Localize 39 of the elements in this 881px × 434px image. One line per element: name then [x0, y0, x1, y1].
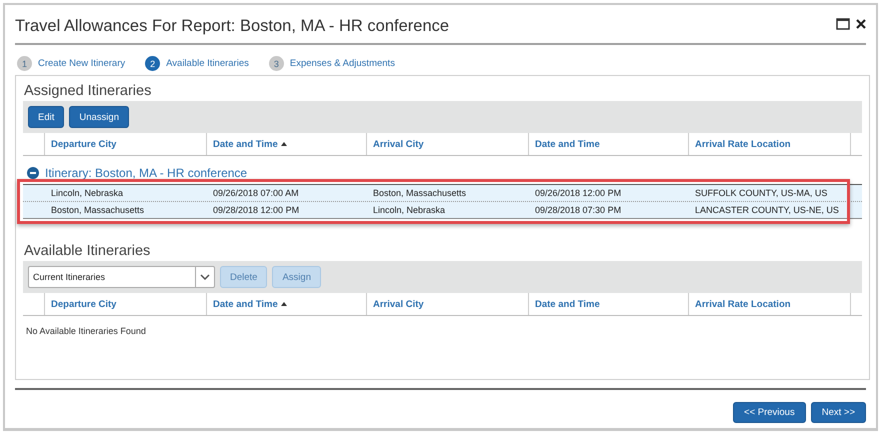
collapse-icon[interactable]: [27, 167, 39, 179]
column-header[interactable]: Arrival Rate Location: [689, 133, 851, 155]
maximize-icon[interactable]: [836, 18, 850, 30]
table-cell-text: Boston, Massachusetts: [372, 188, 468, 198]
table-cell-text: 09/26/2018 12:00 PM: [534, 188, 622, 198]
close-icon[interactable]: [856, 19, 866, 29]
section-title: Available Itineraries: [23, 242, 152, 261]
window-title: Travel Allowances For Report: Boston, MA - HR conference: [15, 16, 450, 36]
table-cell-text: 09/28/2018 07:30 PM: [534, 205, 622, 215]
table-cell-text: Lincoln, Nebraska: [50, 188, 124, 198]
column-header[interactable]: Arrival Rate Location: [689, 293, 851, 315]
column-header[interactable]: Date and Time: [529, 293, 689, 315]
step-tab[interactable]: 2 Available Itineraries: [145, 54, 249, 73]
nav-button[interactable]: << Previous: [733, 402, 806, 423]
group-label[interactable]: Itinerary: Boston, MA - HR conference: [45, 166, 248, 180]
toolbar-button[interactable]: Edit: [28, 106, 64, 128]
filter-dropdown[interactable]: Current Itineraries: [28, 266, 215, 288]
table-cell-text: LANCASTER COUNTY, US-NE, US: [694, 205, 840, 215]
table-cell-text: Boston, Massachusetts: [50, 205, 146, 215]
empty-message: No Available Itineraries Found: [25, 325, 147, 336]
section-title: Assigned Itineraries: [23, 82, 152, 101]
column-header[interactable]: Departure City: [45, 133, 207, 155]
table-row[interactable]: Boston, Massachusetts 09/28/2018 12:00 PM Lincoln, Nebraska 09/28/2018 07:30 PM LANCASTER COUNTY, US-NE, US: [23, 201, 862, 218]
column-header[interactable]: Date and Time: [207, 133, 367, 155]
column-header[interactable]: Departure City: [45, 293, 207, 315]
table-cell-text: 09/26/2018 07:00 AM: [212, 188, 300, 198]
table-cell-text: Lincoln, Nebraska: [372, 205, 446, 215]
column-header[interactable]: Date and Time: [529, 133, 689, 155]
column-header[interactable]: Arrival City: [367, 133, 529, 155]
toolbar-button[interactable]: Unassign: [69, 106, 129, 128]
column-header[interactable]: Date and Time: [207, 293, 367, 315]
nav-button[interactable]: Next >>: [810, 402, 866, 423]
table-cell-text: 09/28/2018 12:00 PM: [212, 205, 300, 215]
step-tab[interactable]: 3 Expenses & Adjustments: [268, 54, 395, 73]
step-tab[interactable]: 1 Create New Itinerary: [17, 54, 126, 73]
table-row[interactable]: Lincoln, Nebraska 09/26/2018 07:00 AM Boston, Massachusetts 09/26/2018 12:00 PM SUFFOLK COUNTY, US-MA, US: [23, 185, 862, 201]
column-header[interactable]: Arrival City: [367, 293, 529, 315]
table-cell-text: SUFFOLK COUNTY, US-MA, US: [694, 188, 828, 198]
caret-icon: [200, 274, 210, 280]
